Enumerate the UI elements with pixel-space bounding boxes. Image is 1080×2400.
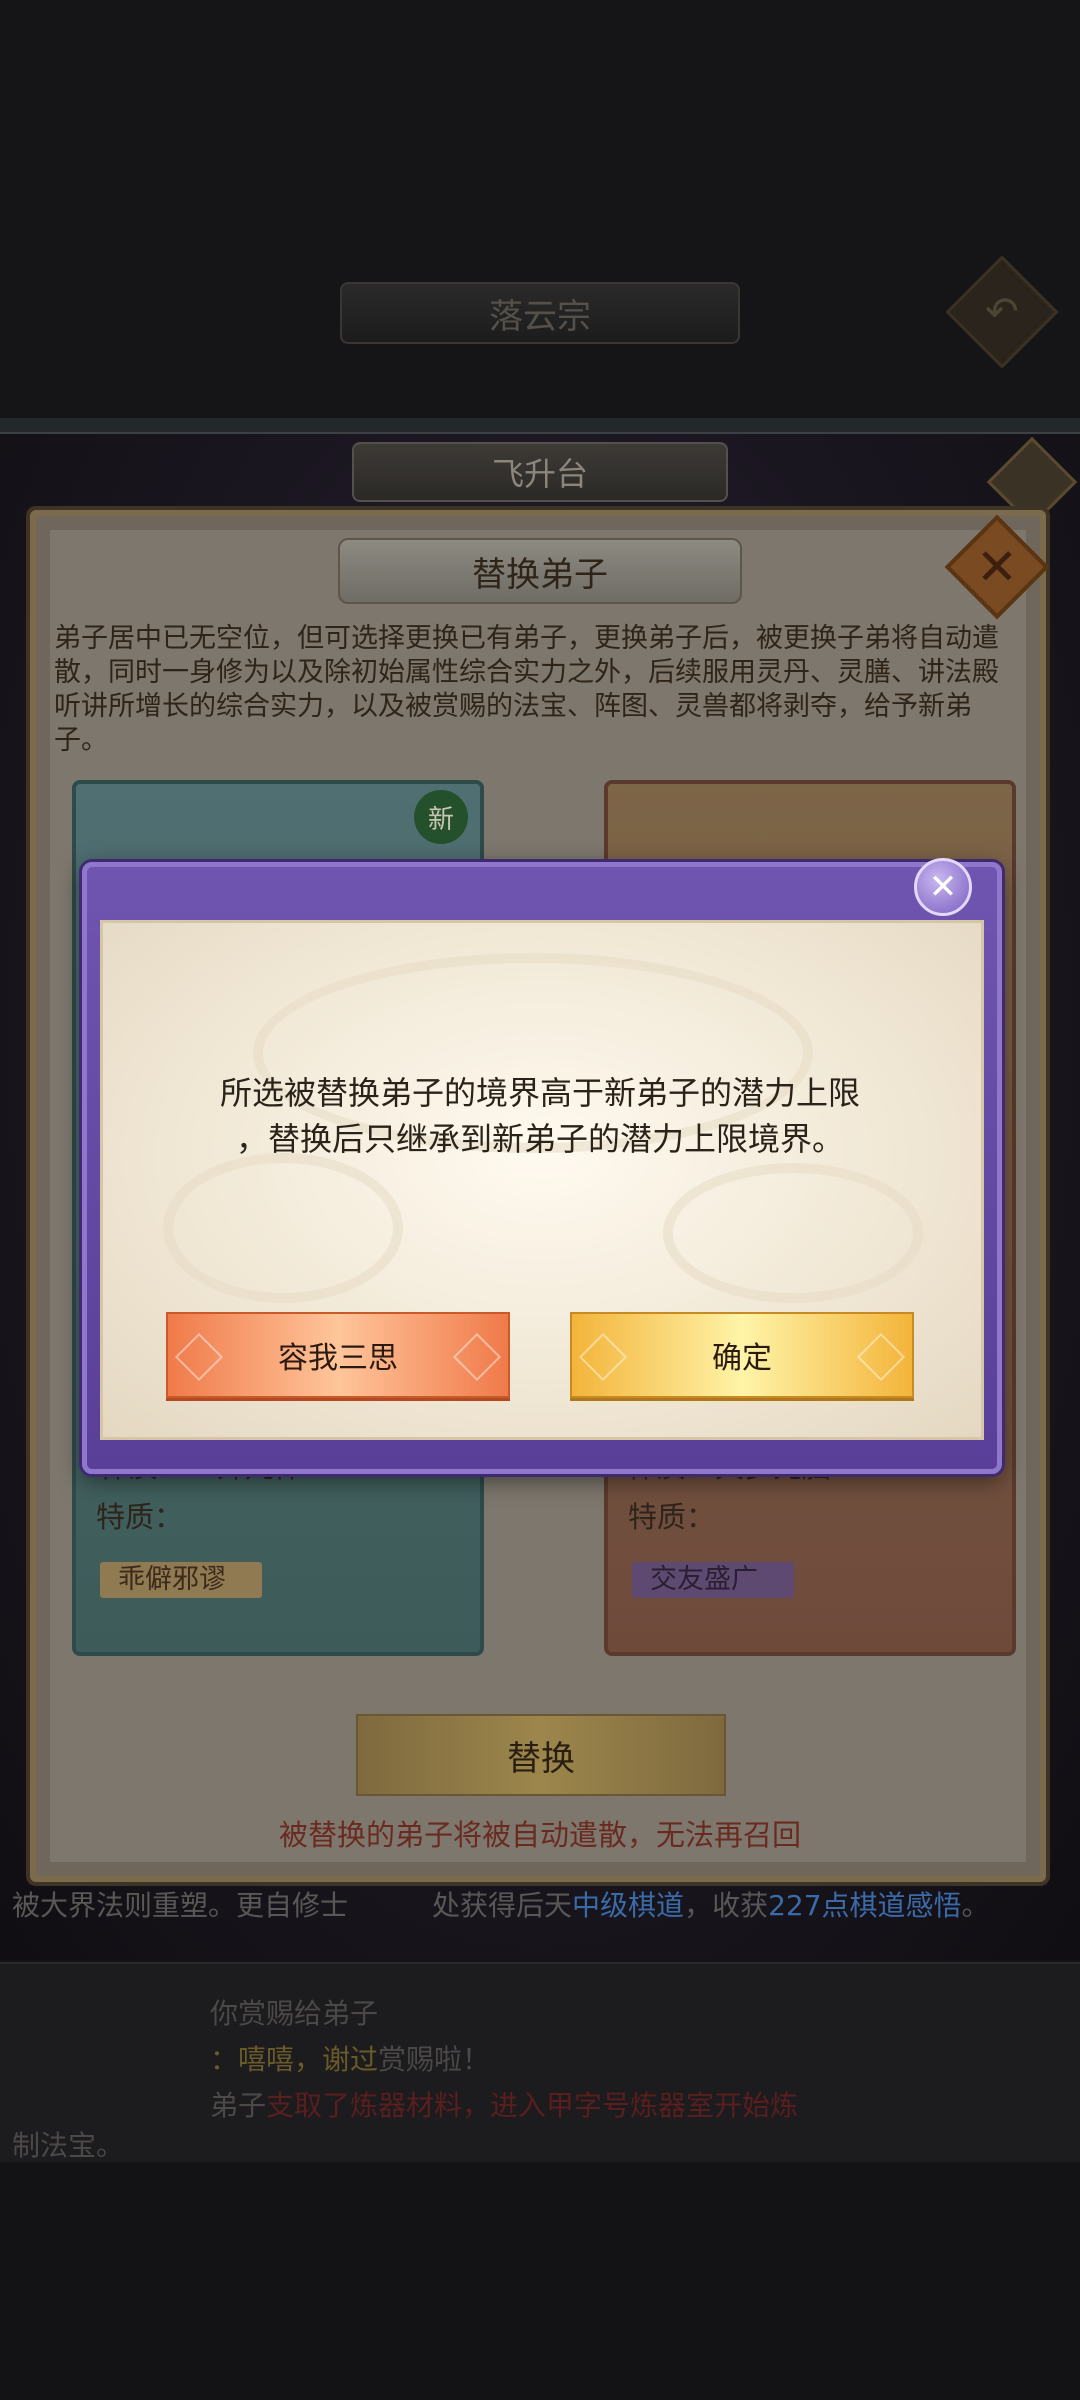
cancel-button[interactable]: 容我三思 [166, 1312, 510, 1398]
confirm-button-label: 确定 [712, 1341, 772, 1376]
bottom-event-log: 你赏赐给弟子 ：嘻嘻，谢过赏赐啦！ 弟子支取了炼器材料，进入甲字号炼器室开始炼 … [0, 1962, 1080, 2162]
log-text-4: 。 [961, 1889, 990, 1922]
bottom-log-row-4: 制法宝。 [12, 2124, 124, 2164]
feisheng-title-banner: 飞升台 [352, 442, 728, 502]
replace-warning: 被替换的弟子将被自动遣散，无法再召回 [278, 1818, 801, 1852]
bottom-log-text-3: 赏赐啦！ [378, 2043, 491, 2076]
close-icon: ✕ [976, 538, 1018, 596]
sect-title: 落云宗 [489, 296, 591, 337]
cancel-button-label: 容我三思 [278, 1341, 398, 1376]
sect-title-banner: 落云宗 [340, 282, 740, 344]
new-disciple-trait-tag: 乖僻邪谬 [100, 1562, 262, 1598]
feisheng-title: 飞升台 [491, 455, 588, 493]
panel-description: 弟子居中已无空位，但可选择更换已有弟子，更换弟子后，被更换子弟将自动遣散，同时一… [54, 623, 999, 756]
replace-button[interactable]: 替换 [356, 1714, 726, 1796]
dialog-message-line-2: ，替换后只继承到新弟子的潜力上限境界。 [235, 1120, 844, 1158]
log-text-1: 被大界法则重塑。更自修士 [12, 1889, 349, 1922]
bottom-log-row-2: ：嘻嘻，谢过赏赐啦！ [210, 2038, 490, 2078]
bottom-log-text-5: 支取了炼器材料，进入甲字号炼器室开始炼 [266, 2089, 799, 2122]
confirm-button[interactable]: 确定 [570, 1312, 914, 1398]
log-points-link[interactable]: 227点棋道感悟 [768, 1889, 961, 1922]
bottom-log-text-1: 你赏赐给弟子 [210, 1997, 379, 2030]
new-disciple-trait-label: 特质： [96, 1500, 184, 1534]
dialog-message: 所选被替换弟子的境界高于新弟子的潜力上限 ，替换后只继承到新弟子的潜力上限境界。 [120, 1070, 960, 1162]
log-name-hidden [348, 1889, 432, 1922]
panel-title: 替换弟子 [472, 554, 608, 595]
log-text-2: 处获得后天 [432, 1889, 573, 1922]
new-badge: 新 [414, 790, 468, 844]
back-arrow-icon: ↶ [985, 288, 1019, 335]
log-skill-link[interactable]: 中级棋道 [572, 1889, 684, 1922]
log-text-3: ，收获 [684, 1889, 769, 1922]
close-icon: ✕ [928, 867, 958, 907]
bottom-log-row-3: 弟子支取了炼器材料，进入甲字号炼器室开始炼 [210, 2084, 798, 2124]
scene-divider [0, 418, 1080, 434]
bottom-log-text-4: 弟子 [210, 2089, 267, 2122]
top-background [0, 0, 1080, 420]
panel-title-banner: 替换弟子 [338, 538, 742, 604]
bottom-log-row-1: 你赏赐给弟子 [210, 1992, 378, 2032]
old-disciple-trait-label: 特质： [628, 1500, 716, 1534]
event-log-line: 被大界法则重塑。更自修士 处获得后天中级棋道，收获227点棋道感悟。 [12, 1884, 1072, 1924]
bottom-log-text-2: ：嘻嘻，谢过 [210, 2043, 379, 2076]
bottom-log-text-6: 制法宝。 [12, 2129, 125, 2162]
dialog-close-button[interactable]: ✕ [914, 858, 972, 916]
cloud-ornament [163, 1153, 403, 1303]
cloud-ornament [663, 1163, 923, 1303]
old-disciple-trait-tag: 交友盛广 [632, 1562, 794, 1598]
dialog-message-line-1: 所选被替换弟子的境界高于新弟子的潜力上限 [219, 1074, 860, 1112]
